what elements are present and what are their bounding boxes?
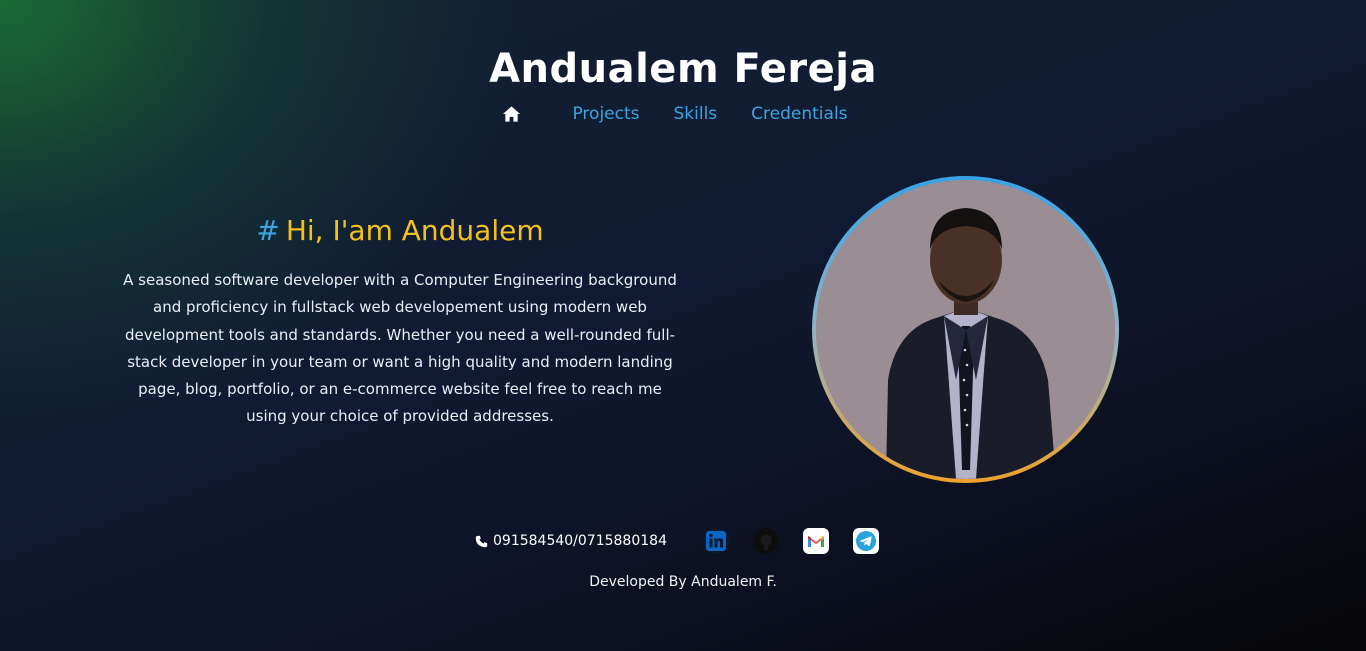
- profile-photo-illustration: [816, 180, 1115, 479]
- intro-section: # Hi, I'am Andualem A seasoned software d…: [120, 214, 680, 431]
- hash-symbol: #: [256, 214, 280, 247]
- profile-photo-ring: [812, 176, 1119, 483]
- telegram-icon[interactable]: [852, 528, 879, 554]
- intro-heading: # Hi, I'am Andualem: [120, 214, 680, 247]
- footer-credit: Developed By Andualem F.: [589, 574, 777, 590]
- contact-bar: 091584540/0715880184: [0, 528, 1366, 554]
- home-icon[interactable]: [501, 104, 521, 124]
- nav-skills-link[interactable]: Skills: [674, 104, 718, 124]
- intro-heading-text: Hi, I'am Andualem: [285, 214, 544, 247]
- main-nav: Projects Skills Credentials: [0, 104, 1366, 124]
- linkedin-icon[interactable]: [702, 528, 729, 554]
- github-icon[interactable]: [752, 528, 779, 554]
- site-title: Andualem Fereja: [489, 46, 877, 92]
- nav-projects-link[interactable]: Projects: [572, 104, 639, 124]
- phone-number: 091584540/0715880184: [493, 533, 667, 549]
- phone-contact[interactable]: 091584540/0715880184: [475, 533, 667, 549]
- intro-bio: A seasoned software developer with a Com…: [123, 271, 677, 426]
- nav-credentials-link[interactable]: Credentials: [751, 104, 847, 124]
- phone-icon: [475, 535, 488, 547]
- profile-photo: [816, 180, 1115, 479]
- gmail-icon[interactable]: [802, 528, 829, 554]
